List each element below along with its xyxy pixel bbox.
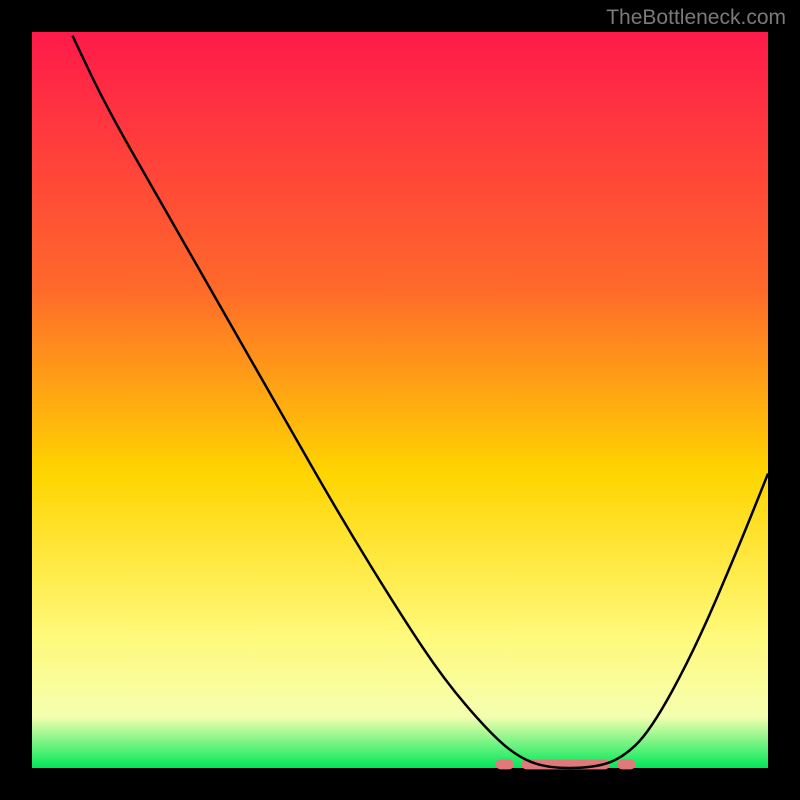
chart-svg: [0, 0, 800, 800]
plot-background: [32, 32, 768, 768]
watermark-text: TheBottleneck.com: [606, 6, 786, 30]
chart-container: TheBottleneck.com: [0, 0, 800, 800]
